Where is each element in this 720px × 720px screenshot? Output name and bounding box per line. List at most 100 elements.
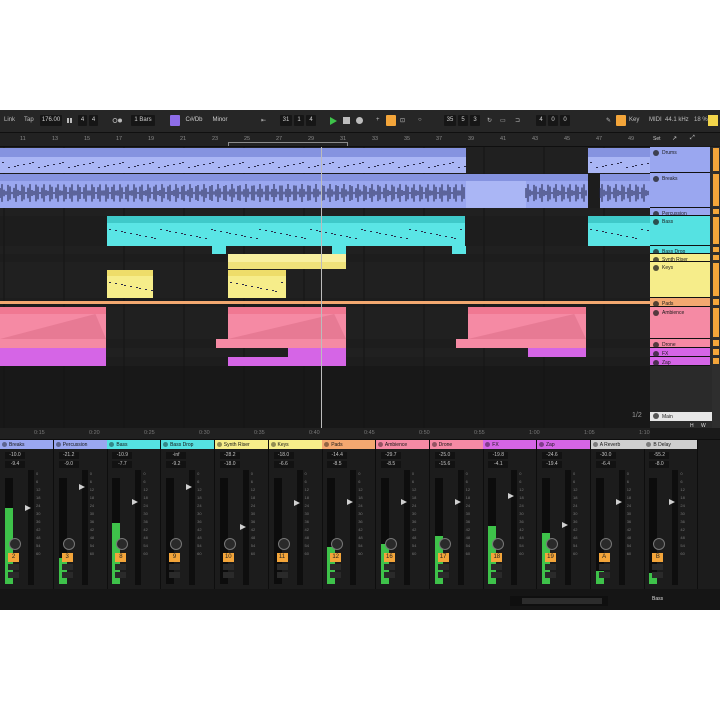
tempo-field[interactable]: 176.00 (40, 115, 62, 126)
track-header-drums[interactable]: Drums (650, 147, 710, 173)
bass-drop-clip[interactable] (452, 246, 466, 254)
solo-button[interactable] (545, 564, 556, 570)
track-activator[interactable] (713, 358, 719, 364)
arrow-icon[interactable]: ↗ (672, 135, 677, 142)
fader-handle[interactable] (78, 483, 85, 490)
track-number-button[interactable]: 11 (276, 553, 288, 562)
track-header-bass-drop[interactable]: Bass Drop (650, 246, 710, 255)
track-activator-icon[interactable] (653, 219, 659, 225)
track-number-button[interactable]: 18 (491, 553, 503, 562)
drone-clip[interactable] (228, 339, 346, 348)
mixer-strip-title[interactable]: Keys (268, 440, 322, 449)
solo-button[interactable] (491, 564, 503, 570)
arm-button[interactable] (169, 572, 181, 578)
position-sixteenth[interactable]: 4 (306, 115, 316, 126)
track-activator-icon[interactable] (109, 442, 115, 447)
track-activator[interactable] (713, 247, 719, 252)
pencil-icon[interactable]: ✎ (606, 117, 611, 124)
pan-knob[interactable] (9, 538, 21, 550)
tap-button[interactable]: Tap (24, 117, 34, 123)
track-number-button[interactable]: 12 (330, 553, 342, 562)
mixer-strip-title[interactable]: Percussion (53, 440, 107, 449)
fader-handle[interactable] (400, 498, 407, 505)
follow-arrow-icon[interactable]: ⇤ (261, 117, 266, 124)
key-map-icon[interactable] (616, 115, 626, 126)
track-number-button[interactable]: 17 (437, 553, 449, 562)
track-header-ambience[interactable]: Ambience (650, 307, 710, 339)
volume-fader[interactable] (78, 470, 88, 585)
track-activator[interactable] (713, 308, 719, 337)
loop-length-bar[interactable]: 4 (536, 115, 546, 126)
position-beat[interactable]: 1 (294, 115, 304, 126)
position-bar[interactable]: 31 (280, 115, 292, 126)
arm-button[interactable] (8, 572, 19, 578)
fader-handle[interactable] (615, 498, 622, 505)
volume-fader[interactable] (132, 470, 142, 585)
volume-readout[interactable]: -19.8 (488, 452, 509, 459)
fx-clip[interactable] (288, 348, 346, 357)
track-activator[interactable] (713, 349, 719, 355)
bass-drop-clip[interactable] (332, 246, 346, 254)
volume-readout[interactable]: -10.9 (112, 452, 133, 459)
peak-readout[interactable]: -9.4 (5, 461, 25, 468)
volume-fader[interactable] (186, 470, 196, 585)
loop-switch-icon[interactable]: ↻ (487, 117, 492, 124)
track-number-button[interactable]: B (652, 553, 664, 562)
arm-button[interactable] (61, 572, 73, 578)
volume-readout[interactable]: -24.6 (542, 452, 562, 459)
h-button[interactable]: H (690, 423, 694, 429)
volume-fader[interactable] (615, 470, 625, 585)
synth-riser-clip-2[interactable] (228, 262, 346, 269)
track-number-button[interactable]: A (598, 553, 610, 562)
loop-record-icon[interactable]: ○ (418, 117, 422, 123)
mixer-strip-title[interactable]: Pads (322, 440, 376, 449)
record-button[interactable] (356, 117, 363, 124)
key-scale-select[interactable]: Minor (207, 115, 233, 126)
arm-button[interactable] (276, 572, 288, 578)
lane[interactable] (0, 246, 650, 254)
fader-handle[interactable] (186, 483, 193, 490)
solo-button[interactable] (169, 564, 181, 570)
add-icon[interactable]: + (376, 117, 380, 123)
keys-clip-header[interactable] (228, 270, 286, 276)
fader-handle[interactable] (562, 521, 568, 528)
drone-clip[interactable] (456, 339, 468, 348)
w-button[interactable]: W (701, 423, 706, 429)
volume-fader[interactable] (454, 470, 464, 585)
loop-start-bar[interactable]: 35 (444, 115, 456, 126)
arm-button[interactable] (491, 572, 503, 578)
track-activator-icon[interactable] (324, 442, 330, 447)
play-button[interactable] (330, 117, 337, 125)
volume-fader[interactable] (25, 470, 34, 585)
fader-handle[interactable] (132, 498, 139, 505)
volume-readout[interactable]: -14.4 (327, 452, 348, 459)
volume-readout[interactable]: -55.2 (649, 452, 670, 459)
loop-length-beat[interactable]: 0 (548, 115, 558, 126)
mixer-strip-title[interactable]: B Delay (644, 440, 698, 449)
peak-readout[interactable]: -18.0 (219, 461, 240, 468)
pan-knob[interactable] (384, 538, 397, 550)
pan-knob[interactable] (170, 538, 183, 550)
track-number-button[interactable]: 9 (169, 553, 181, 562)
peak-readout[interactable]: -7.7 (112, 461, 133, 468)
track-activator-icon[interactable] (653, 360, 659, 366)
solo-button[interactable] (61, 564, 73, 570)
track-activator-icon[interactable] (216, 442, 222, 447)
pads-clip[interactable] (0, 301, 650, 304)
track-number-button[interactable]: 10 (222, 553, 234, 562)
track-activator-icon[interactable] (653, 176, 659, 182)
loop-start-beat[interactable]: 5 (458, 115, 468, 126)
arrangement-clips[interactable] (0, 147, 650, 428)
track-activator-icon[interactable] (55, 442, 61, 447)
pan-knob[interactable] (438, 538, 451, 550)
drums-clip[interactable] (588, 157, 650, 173)
track-activator-icon[interactable] (2, 442, 7, 447)
fx-clip[interactable] (0, 348, 106, 357)
track-number-button[interactable]: 8 (115, 553, 127, 562)
track-activator-icon[interactable] (163, 442, 169, 447)
drone-clip[interactable] (468, 339, 586, 348)
loop-brace-icon[interactable]: ⊐ (515, 117, 520, 124)
volume-readout[interactable]: -30.0 (595, 452, 616, 459)
loop-start-sixteenth[interactable]: 3 (470, 115, 480, 126)
bass-clip-header[interactable] (107, 216, 465, 223)
